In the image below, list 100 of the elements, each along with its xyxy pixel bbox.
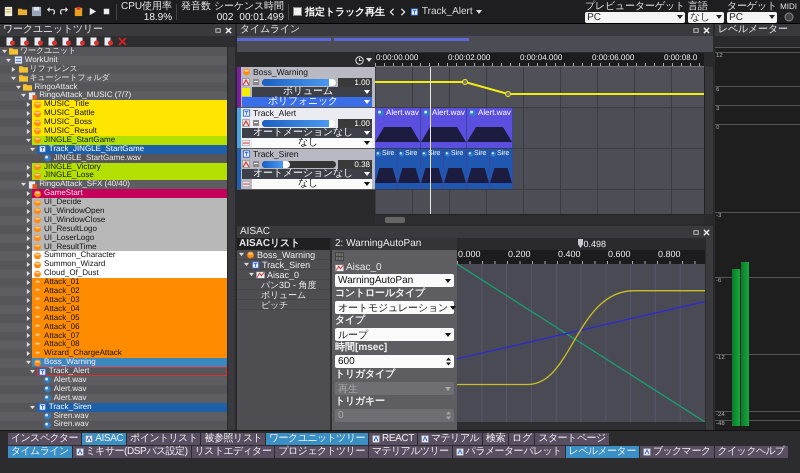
scrollbar[interactable]	[704, 67, 713, 214]
caret-icon[interactable]	[716, 15, 722, 19]
expand-arrow-icon[interactable]	[26, 218, 30, 223]
expand-arrow-icon[interactable]	[26, 360, 30, 366]
automation-dropdown[interactable]: オートメーションなし	[242, 128, 372, 138]
close-icon[interactable]	[225, 26, 232, 34]
tree-item[interactable]: RingoAttack	[22, 82, 227, 92]
tree-item[interactable]: Track_Siren	[250, 260, 330, 270]
expand-arrow-icon[interactable]	[20, 182, 26, 188]
tree-item[interactable]: Attack_02	[32, 287, 227, 296]
next-icon[interactable]	[398, 6, 407, 18]
caret-icon[interactable]	[450, 306, 456, 310]
scrollbar[interactable]	[375, 214, 704, 224]
track-header[interactable]: Boss_Warning 1.00 ボリューム ポリフォニック	[237, 67, 375, 108]
expand-arrow-icon[interactable]	[26, 120, 30, 126]
curve-icon[interactable]	[242, 78, 250, 86]
scrollbar[interactable]	[457, 422, 705, 430]
tree-item[interactable]: キューシートフォルダ	[18, 74, 227, 83]
cursor-thumb[interactable]	[578, 239, 583, 248]
open-folder-icon[interactable]	[17, 6, 28, 17]
expand-arrow-icon[interactable]	[26, 208, 30, 214]
caret-icon[interactable]	[476, 10, 482, 14]
tree-item[interactable]: Siren.wav	[42, 412, 227, 420]
expand-arrow-icon[interactable]	[26, 191, 30, 196]
dock-tab[interactable]: REACT	[369, 433, 417, 445]
mode-dropdown[interactable]: なし	[252, 179, 372, 189]
track-header[interactable]: Track_Alert 1.00 オートメーションなし なし	[237, 108, 375, 149]
tree-item[interactable]: Aisac_0	[255, 270, 330, 280]
automation-dropdown[interactable]: オートメーションなし	[242, 169, 372, 179]
expand-arrow-icon[interactable]	[26, 164, 30, 170]
tree-item[interactable]: Summon_Character	[32, 251, 227, 260]
expand-arrow-icon[interactable]	[26, 173, 30, 178]
add-item-icon[interactable]	[6, 37, 15, 46]
selector-dropdown[interactable]: PC	[727, 12, 778, 22]
tree-item[interactable]: UI_WindowOpen	[32, 207, 227, 216]
expand-arrow-icon[interactable]	[26, 138, 30, 143]
redo-icon[interactable]	[59, 6, 70, 17]
dock-tab[interactable]: プロジェクトツリー	[275, 446, 368, 458]
port-icon[interactable]	[784, 12, 794, 22]
tree-item[interactable]: MUSIC_Boss	[32, 118, 227, 128]
tree-item[interactable]: Boss_Warning	[245, 250, 330, 260]
selector-dropdown[interactable]: なし	[688, 12, 724, 22]
expand-arrow-icon[interactable]	[6, 58, 12, 63]
dock-tab[interactable]: リストエディター	[192, 446, 274, 458]
dock-tab[interactable]: パラメーターパレット	[452, 446, 565, 458]
fader-icon[interactable]	[252, 78, 260, 86]
tree-item[interactable]: ピッチ	[260, 300, 330, 310]
expand-arrow-icon[interactable]	[26, 351, 30, 356]
stop-icon[interactable]	[101, 6, 112, 17]
expand-arrow-icon[interactable]	[26, 298, 30, 303]
scrollbar[interactable]	[705, 238, 713, 430]
caret-icon[interactable]	[366, 58, 372, 62]
add-item-icon[interactable]	[104, 37, 113, 46]
dock-tab[interactable]: ブックマーク	[640, 446, 714, 458]
expand-arrow-icon[interactable]	[26, 111, 30, 116]
new-file-icon[interactable]	[3, 6, 14, 17]
expand-arrow-icon[interactable]	[238, 252, 244, 257]
spinner-icon[interactable]	[446, 357, 451, 366]
curve-icon[interactable]	[242, 160, 250, 168]
dock-tab[interactable]: マテリアル	[418, 433, 482, 445]
expand-arrow-icon[interactable]	[26, 102, 30, 108]
expand-arrow-icon[interactable]	[26, 333, 30, 338]
dropdown[interactable]: オートモジュレーション	[335, 301, 454, 314]
expand-arrow-icon[interactable]	[30, 369, 36, 374]
tree-item[interactable]: JINGLE_StartGame.wav	[42, 154, 227, 163]
caret-icon[interactable]	[769, 15, 776, 19]
number-field[interactable]: 600	[335, 355, 454, 368]
expand-arrow-icon[interactable]	[26, 342, 30, 348]
expand-arrow-icon[interactable]	[26, 262, 30, 268]
dock-tab[interactable]: スタートページ	[535, 433, 609, 445]
tree-item[interactable]: ボリューム	[260, 290, 330, 300]
tree-item[interactable]: JINGLE_Victory	[32, 162, 227, 172]
parameter-dropdown[interactable]: ボリューム	[252, 87, 372, 97]
dock-tab[interactable]: ポイントリスト	[127, 433, 200, 445]
tree-item[interactable]: JINGLE_Lose	[32, 171, 227, 180]
tree-item[interactable]: Cloud_Of_Dust	[32, 269, 227, 278]
tree-item[interactable]: GameStart	[32, 189, 227, 198]
mode-dropdown[interactable]: なし	[252, 138, 372, 148]
tree-item[interactable]: Attack_08	[32, 340, 227, 350]
expand-arrow-icon[interactable]	[26, 324, 30, 330]
tree-item[interactable]: ワークユニット	[8, 47, 227, 56]
tree-item[interactable]: Alert.wav	[42, 384, 227, 394]
dock-tab[interactable]: インスペクター	[8, 433, 82, 445]
tree-item[interactable]: RingoAttack_MUSIC (7/7)	[27, 91, 227, 100]
dock-tab[interactable]: 被参照リスト	[201, 433, 266, 445]
add-item-icon[interactable]	[76, 37, 85, 46]
fader-icon[interactable]	[252, 160, 260, 168]
expand-arrow-icon[interactable]	[26, 253, 30, 258]
caret-icon[interactable]	[445, 332, 451, 336]
audio-clip[interactable]: Alert.wav	[421, 108, 467, 148]
scrollbar[interactable]	[227, 47, 235, 430]
expand-arrow-icon[interactable]	[26, 200, 30, 206]
tree-item[interactable]: Attack_01	[32, 278, 227, 288]
add-item-icon[interactable]	[20, 37, 29, 46]
expand-arrow-icon[interactable]	[26, 236, 30, 241]
volume-slider[interactable]	[262, 160, 336, 168]
expand-arrow-icon[interactable]	[244, 262, 248, 267]
add-item-icon[interactable]	[34, 37, 43, 46]
add-item-icon[interactable]	[48, 37, 57, 46]
dock-tab[interactable]: 検索	[482, 433, 508, 445]
